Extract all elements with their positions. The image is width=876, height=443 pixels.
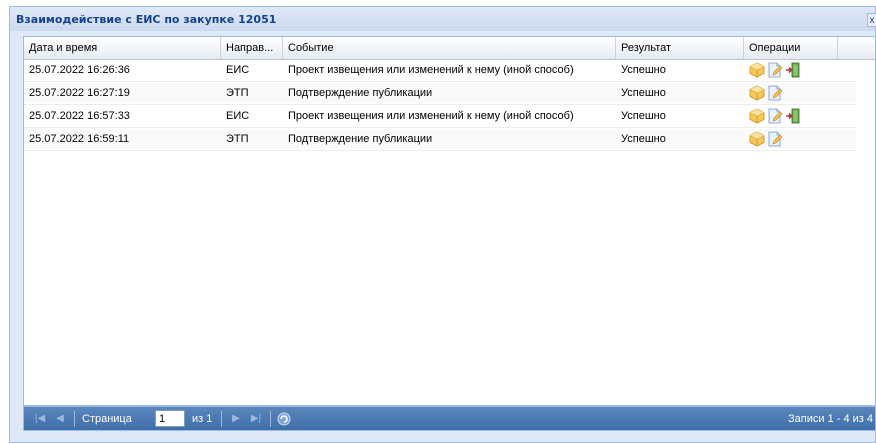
page-label: Страница [82,413,132,425]
table-row[interactable]: 25.07.2022 16:57:33 ЕИС Проект извещения и… [24,106,856,126]
refresh-icon[interactable] [276,411,292,427]
document-edit-icon[interactable] [767,108,783,124]
cell-datetime: 25.07.2022 16:27:19 [29,87,130,99]
cell-datetime: 25.07.2022 16:57:33 [29,110,130,122]
document-edit-icon[interactable] [767,85,783,101]
prev-page-icon[interactable]: ◀ [54,412,66,425]
cell-datetime: 25.07.2022 16:26:36 [29,64,130,76]
last-page-icon[interactable]: ▶| [250,412,262,425]
cell-result: Успешно [621,133,666,145]
package-icon[interactable] [749,62,765,78]
cell-result: Успешно [621,87,666,99]
column-header-event[interactable]: Событие [283,37,616,59]
cell-direction: ЭТП [226,87,249,99]
window-title: Взаимодействие с ЕИС по закупке 12051 [16,13,277,26]
cell-direction: ЕИС [226,64,250,76]
column-header-filler [838,37,875,59]
cell-event: Подтверждение публикации [288,87,433,99]
page-number-input[interactable] [155,410,185,427]
document-edit-icon[interactable] [767,62,783,78]
column-header-operations[interactable]: Операции [744,37,838,59]
window-titlebar[interactable]: Взаимодействие с ЕИС по закупке 12051 x [10,7,876,31]
toolbar-separator [270,411,271,427]
package-icon[interactable] [749,108,765,124]
table-row[interactable]: 25.07.2022 16:59:11 ЭТП Подтверждение публ… [24,129,856,149]
close-button[interactable]: x [867,13,876,27]
events-grid: Дата и время Направ... Событие Результат… [23,36,876,406]
cell-result: Успешно [621,64,666,76]
table-row[interactable]: 25.07.2022 16:27:19 ЭТП Подтверждение публ… [24,83,856,103]
cell-operations [744,83,838,103]
table-row[interactable]: 25.07.2022 16:26:36 ЕИС Проект извещения и… [24,60,856,80]
row-divider [24,150,856,151]
cell-operations [744,129,838,149]
cell-datetime: 25.07.2022 16:59:11 [29,133,130,145]
column-header-direction[interactable]: Направ... [221,37,283,59]
cell-direction: ЕИС [226,110,250,122]
cell-event: Проект извещения или изменений к нему (и… [288,110,574,122]
paging-toolbar: |◀ ◀ Страница из 1 ▶ ▶| Записи 1 - 4 из … [23,406,876,431]
records-summary: Записи 1 - 4 из 4 [788,413,873,425]
cell-operations [744,106,838,126]
row-divider [24,127,856,128]
grid-header: Дата и время Направ... Событие Результат… [24,37,875,60]
column-header-result[interactable]: Результат [616,37,744,59]
column-header-datetime[interactable]: Дата и время [24,37,221,59]
row-divider [24,81,856,82]
cell-result: Успешно [621,110,666,122]
page-count-label: из 1 [192,413,213,425]
document-edit-icon[interactable] [767,131,783,147]
row-divider [24,104,856,105]
cell-operations [744,60,838,80]
next-page-icon[interactable]: ▶ [230,412,242,425]
toolbar-separator [221,411,222,427]
toolbar-separator [74,411,75,427]
package-icon[interactable] [749,131,765,147]
export-door-icon[interactable] [785,108,801,124]
cell-event: Подтверждение публикации [288,133,433,145]
export-door-icon[interactable] [785,62,801,78]
package-icon[interactable] [749,85,765,101]
cell-event: Проект извещения или изменений к нему (и… [288,64,574,76]
first-page-icon[interactable]: |◀ [34,412,46,425]
cell-direction: ЭТП [226,133,249,145]
